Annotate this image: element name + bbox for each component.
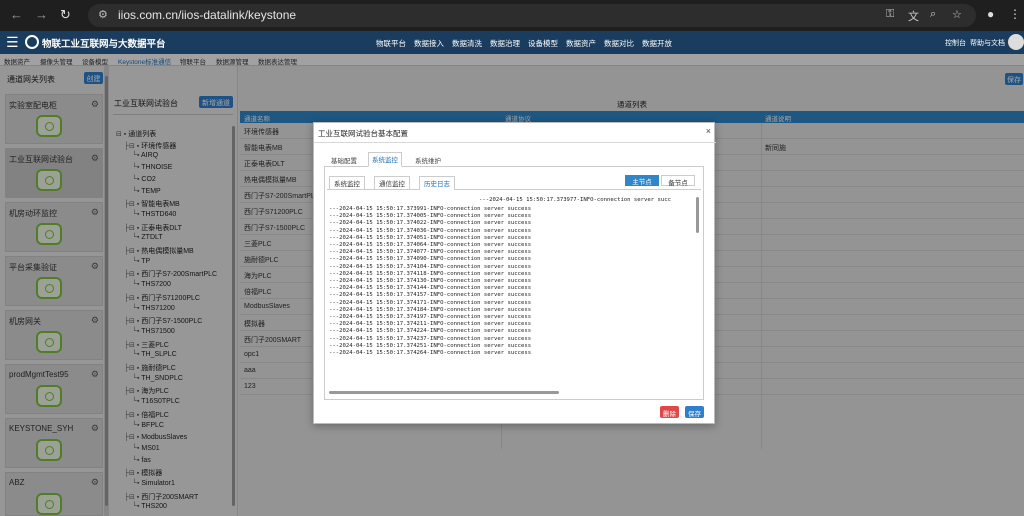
log-line: ---2024-04-15 15:50:17.374005-INFO-conne… [329,213,532,220]
log-line: ---2024-04-15 15:50:17.374130-INFO-conne… [329,278,532,285]
primary-node-toggle[interactable]: 主节点 [625,175,659,186]
page-root: ← → ↻ ⚙ iios.com.cn/iios-datalink/keysto… [0,0,1024,516]
log-line: ---2024-04-15 15:50:17.374211-INFO-conne… [329,321,532,328]
history-log-output[interactable]: ---2024-04-15 15:50:17.373977-INFO-conne… [329,197,695,397]
log-line: ---2024-04-15 15:50:17.374064-INFO-conne… [329,242,532,249]
password-key-icon[interactable]: ⚿ [886,8,894,21]
log-horizontal-scrollbar[interactable] [329,391,559,394]
tab-system-maintenance[interactable]: 系统维护 [412,154,444,166]
forward-icon[interactable]: → [35,7,48,22]
log-vertical-scrollbar[interactable] [696,197,699,233]
address-bar[interactable]: ⚙ iios.com.cn/iios-datalink/keystone ⚿ 文… [88,4,976,27]
modal-title: 工业互联网试验台基本配置 [318,129,408,138]
nav-item-7[interactable]: 数据开放 [642,38,672,49]
tab-basic-config[interactable]: 基础配置 [328,154,360,166]
config-modal: 工业互联网试验台基本配置 × 基础配置 系统监控 系统维护 系统监控 通信监控 … [313,122,716,424]
log-line: ---2024-04-15 15:50:17.374118-INFO-conne… [329,270,532,277]
subtab-history-log[interactable]: 历史日志 [419,176,455,190]
back-icon[interactable]: ← [10,7,23,22]
modal-save-button[interactable]: 保存 [685,406,704,418]
kebab-menu-icon[interactable]: ⋮ [1009,7,1021,21]
user-avatar[interactable] [1008,34,1024,50]
brand-logo-icon [25,35,39,49]
subtab-system-monitor[interactable]: 系统监控 [329,176,365,190]
log-line: ---2024-04-15 15:50:17.374157-INFO-conne… [329,292,532,299]
nav-item-5[interactable]: 数据资产 [566,38,596,49]
log-line: ---2024-04-15 15:50:17.374144-INFO-conne… [329,285,532,292]
log-line: ---2024-04-15 15:50:17.374051-INFO-conne… [329,234,532,241]
backup-node-toggle[interactable]: 备节点 [661,175,695,187]
app-header: ☰ 物联工业互联网与大数据平台 物联平台 数据接入 数据清洗 数据治理 设备模型… [0,31,1024,54]
nav-item-3[interactable]: 数据治理 [490,38,520,49]
log-line: ---2024-04-15 15:50:17.374104-INFO-conne… [329,263,532,270]
nav-item-4[interactable]: 设备模型 [528,38,558,49]
tab-system-monitor[interactable]: 系统监控 [368,152,402,167]
hamburger-menu-icon[interactable]: ☰ [6,34,19,51]
url-text: iios.com.cn/iios-datalink/keystone [118,8,297,22]
log-line: ---2024-04-15 15:50:17.374184-INFO-conne… [329,306,532,313]
nav-item-6[interactable]: 数据对比 [604,38,634,49]
monitor-panel: 系统监控 通信监控 历史日志 主节点 备节点 ---2024-04-15 15:… [324,167,704,400]
delete-button[interactable]: 删除 [660,406,679,418]
log-line: ---2024-04-15 15:50:17.374197-INFO-conne… [329,314,532,321]
log-line: ---2024-04-15 15:50:17.374264-INFO-conne… [329,350,532,357]
log-line: ---2024-04-15 15:50:17.374171-INFO-conne… [329,299,532,306]
zoom-icon[interactable]: ⌕ [930,8,936,21]
log-line: ---2024-04-15 15:50:17.374090-INFO-conne… [329,256,532,263]
modal-tabs: 基础配置 系统监控 系统维护 [324,151,704,167]
bookmark-star-icon[interactable]: ☆ [952,8,962,21]
log-line: ---2024-04-15 15:50:17.374251-INFO-conne… [329,342,532,349]
brand-title: 物联工业互联网与大数据平台 [42,39,166,50]
nav-item-0[interactable]: 物联平台 [376,38,406,49]
log-line: ---2024-04-15 15:50:17.374077-INFO-conne… [329,249,532,256]
close-icon[interactable]: × [706,126,711,136]
browser-chrome: ← → ↻ ⚙ iios.com.cn/iios-datalink/keysto… [0,0,1024,31]
profile-icon[interactable]: ● [987,7,994,21]
log-line: ---2024-04-15 15:50:17.374224-INFO-conne… [329,328,532,335]
log-line-first: ---2024-04-15 15:50:17.373977-INFO-conne… [479,197,671,203]
log-line: ---2024-04-15 15:50:17.374237-INFO-conne… [329,335,532,342]
nav-item-2[interactable]: 数据清洗 [452,38,482,49]
log-line: ---2024-04-15 15:50:17.373991-INFO-conne… [329,206,532,212]
nav-item-1[interactable]: 数据接入 [414,38,444,49]
reload-icon[interactable]: ↻ [60,7,71,23]
log-line: ---2024-04-15 15:50:17.374022-INFO-conne… [329,220,532,227]
translate-icon[interactable]: 文 [908,8,919,24]
site-info-icon[interactable]: ⚙ [98,8,108,21]
subtab-comm-monitor[interactable]: 通信监控 [374,176,410,190]
console-link[interactable]: 控制台 [945,38,966,48]
help-docs-link[interactable]: 帮助与文档 [970,38,1005,48]
log-line: ---2024-04-15 15:50:17.374036-INFO-conne… [329,227,532,234]
